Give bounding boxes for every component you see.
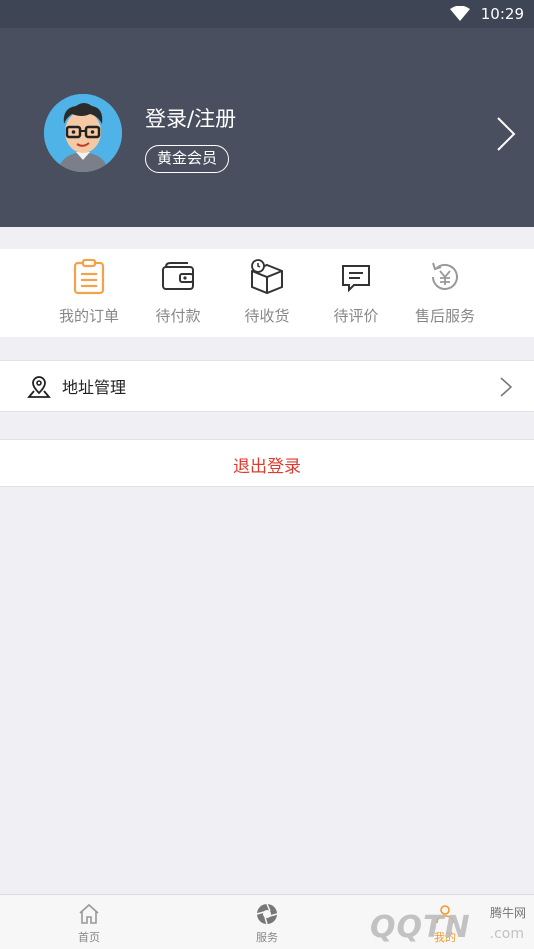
status-time: 10:29: [480, 5, 524, 23]
address-management-row[interactable]: 地址管理: [0, 360, 534, 412]
order-item-my-orders[interactable]: 我的订单: [44, 249, 134, 337]
order-shortcuts: 我的订单 待付款 待收货 待评价 售后服务: [0, 249, 534, 337]
site-watermark: QQTN 腾牛网 .com: [330, 896, 534, 949]
tab-label: 服务: [256, 931, 278, 944]
tab-label: 首页: [78, 931, 100, 944]
order-item-after-sales[interactable]: 售后服务: [400, 249, 490, 337]
order-item-label: 我的订单: [58, 307, 119, 325]
avatar[interactable]: [44, 94, 122, 172]
map-pin-icon: [27, 376, 51, 398]
home-icon: [79, 903, 99, 924]
wallet-icon: [162, 262, 194, 290]
member-badge: 黄金会员: [145, 145, 230, 173]
chevron-right-icon[interactable]: [496, 116, 516, 152]
wifi-icon: [450, 6, 470, 21]
status-bar: 10:29: [0, 0, 534, 28]
order-item-label: 待付款: [155, 307, 201, 325]
chevron-right-icon: [500, 377, 512, 397]
comment-icon: [342, 265, 370, 293]
profile-header[interactable]: 登录/注册 黄金会员: [0, 28, 534, 227]
watermark-logo: QQTN: [370, 910, 471, 945]
watermark-domain: .com: [489, 926, 524, 942]
order-item-pending-receipt[interactable]: 待收货: [222, 249, 312, 337]
login-register-link[interactable]: 登录/注册: [145, 103, 236, 133]
clipboard-icon: [73, 259, 105, 295]
watermark-site-name: 腾牛网: [489, 906, 526, 920]
order-item-pending-payment[interactable]: 待付款: [133, 249, 223, 337]
address-management-label: 地址管理: [62, 378, 127, 397]
refund-yen-icon: [432, 262, 458, 290]
tab-service[interactable]: 服务: [227, 895, 307, 949]
logout-row[interactable]: 退出登录: [0, 439, 534, 487]
order-item-label: 售后服务: [414, 307, 475, 325]
order-item-label: 待评价: [333, 307, 379, 325]
order-item-label: 待收货: [244, 307, 290, 325]
aperture-icon: [256, 903, 278, 925]
order-item-pending-review[interactable]: 待评价: [311, 249, 401, 337]
tab-home[interactable]: 首页: [49, 895, 129, 949]
logout-button[interactable]: 退出登录: [0, 452, 534, 477]
box-clock-icon: [251, 259, 283, 295]
avatar-illustration: [44, 94, 122, 172]
